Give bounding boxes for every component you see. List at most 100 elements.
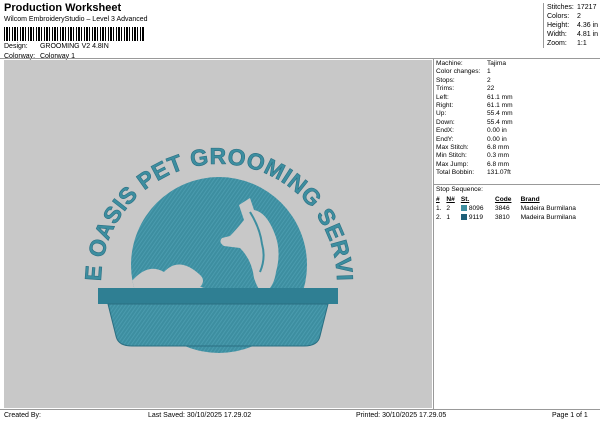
design-label: Design: xyxy=(4,43,28,50)
barcode xyxy=(4,27,144,41)
col-header-n: N# xyxy=(446,196,455,203)
info-row: Down: 55.4 mm xyxy=(434,119,600,127)
row-code: 3846 xyxy=(494,205,510,212)
info-row: Color changes: 1 xyxy=(434,68,600,76)
info-row: Up: 55.4 mm xyxy=(434,110,600,118)
info-value: 61.1 mm xyxy=(487,93,513,101)
stop-divider xyxy=(434,184,600,185)
info-value: Tajima xyxy=(487,60,507,67)
color-swatch xyxy=(460,214,467,220)
design-value: GROOMING V2 4.8IN xyxy=(39,43,109,50)
design-row: Design: GROOMING V2 4.8IN xyxy=(4,43,109,50)
info-value: 0.3 mm xyxy=(487,152,509,160)
software-subtitle: Wilcom EmbroideryStudio – Level 3 Advanc… xyxy=(4,16,148,23)
info-row: EndY: 0.00 in xyxy=(434,136,600,144)
info-label: Down: xyxy=(436,118,455,126)
info-value: 6.8 mm xyxy=(487,160,509,168)
stat-value: 2 xyxy=(577,13,581,20)
info-row: EndX: 0.00 in xyxy=(434,127,600,135)
logo-artwork: BLUE OASIS PET GROOMING SERVICES xyxy=(0,39,358,353)
stats-row: Colors: 2 xyxy=(544,12,600,21)
info-row: Left: 61.1 mm xyxy=(434,94,600,102)
info-label: Right: xyxy=(436,101,454,109)
info-label: Machine: xyxy=(436,60,463,67)
table-row: 2. 1 9119 3810 Madeira Burmilana xyxy=(436,213,600,222)
info-row: Trims: 22 xyxy=(434,85,600,93)
header-divider xyxy=(0,58,600,59)
st-value: 9119 xyxy=(468,214,483,221)
info-label: EndY: xyxy=(436,135,454,143)
worksheet-title: Production Worksheet xyxy=(4,2,122,14)
table-row: 1. 2 8096 3846 Madeira Burmilana xyxy=(436,204,600,213)
info-label: Color changes: xyxy=(436,68,481,76)
table-header-row: # N# St. Code Brand xyxy=(436,195,600,204)
page-number: Page 1 of 1 xyxy=(552,412,588,419)
info-row: Right: 61.1 mm xyxy=(434,102,600,110)
row-num: 1. xyxy=(436,205,442,212)
info-label: Up: xyxy=(436,110,447,118)
stat-label: Width: xyxy=(547,31,567,38)
stats-row: Height: 4.36 in xyxy=(544,21,600,30)
tub-body xyxy=(107,303,329,347)
col-header-num: # xyxy=(436,196,440,203)
stop-sequence-title: Stop Sequence: xyxy=(436,186,483,193)
info-label: Left: xyxy=(436,93,449,101)
info-row: Max Jump: 6.8 mm xyxy=(434,161,600,169)
color-swatch xyxy=(460,205,467,211)
stats-panel: Stitches: 17217 Colors: 2 Height: 4.36 in W… xyxy=(543,3,600,48)
printed-date: Printed: 30/10/2025 17.29.05 xyxy=(356,412,447,419)
stats-row: Zoom: 1:1 xyxy=(544,39,600,48)
row-code: 3810 xyxy=(494,214,510,221)
row-n: 1 xyxy=(446,214,451,221)
stat-value: 17217 xyxy=(577,4,597,11)
info-value: 55.4 mm xyxy=(487,118,513,126)
info-value: 55.4 mm xyxy=(487,110,513,118)
row-num: 2. xyxy=(436,214,442,221)
machine-info: Machine: Tajima Color changes: 1 Stops: 2 T… xyxy=(434,60,600,177)
info-label: Total Bobbin: xyxy=(436,169,475,177)
row-brand: Madeira Burmilana xyxy=(520,205,576,212)
info-row: Stops: 2 xyxy=(434,77,600,85)
st-value: 8096 xyxy=(468,205,484,212)
stats-row: Stitches: 17217 xyxy=(544,3,600,12)
info-value: 6.8 mm xyxy=(487,143,509,151)
tub-rim xyxy=(98,288,338,304)
info-value: 0.00 in xyxy=(487,135,507,143)
stop-sequence-table: # N# St. Code Brand 1. 2 8096 3846 Madei… xyxy=(436,195,600,222)
col-header-code: Code xyxy=(494,196,512,203)
info-label: Max Stitch: xyxy=(436,143,469,151)
info-label: Max Jump: xyxy=(436,160,469,168)
last-saved: Last Saved: 30/10/2025 17.29.02 xyxy=(148,412,252,419)
info-value: 61.1 mm xyxy=(487,101,513,109)
created-by: Created By: xyxy=(4,412,41,419)
info-label: Min Stitch: xyxy=(436,152,467,160)
stats-row: Width: 4.81 in xyxy=(544,30,600,39)
info-value: 0.00 in xyxy=(487,127,507,135)
info-value: 2 xyxy=(487,76,491,84)
stat-label: Colors: xyxy=(547,13,570,20)
row-st: 8096 xyxy=(460,204,495,213)
info-value: 1 xyxy=(487,68,491,76)
info-label: Trims: xyxy=(436,85,455,93)
col-header-st: St. xyxy=(460,196,470,203)
info-row: Min Stitch: 0.3 mm xyxy=(434,152,600,160)
info-row: Total Bobbin: 131.07ft xyxy=(434,169,600,177)
stat-label: Stitches: xyxy=(547,4,574,11)
design-preview: BLUE OASIS PET GROOMING SERVICES xyxy=(0,39,432,408)
footer-divider xyxy=(0,409,600,410)
stat-value: 4.36 in xyxy=(577,22,599,29)
stat-label: Height: xyxy=(547,22,570,29)
stat-value: 1:1 xyxy=(577,40,587,47)
info-value: 22 xyxy=(487,85,495,93)
info-value: 131.07ft xyxy=(487,169,511,177)
row-brand: Madeira Burmilana xyxy=(520,214,576,221)
info-label: EndX: xyxy=(436,127,454,135)
row-st: 9119 xyxy=(460,213,495,222)
info-row: Max Stitch: 6.8 mm xyxy=(434,144,600,152)
col-header-brand: Brand xyxy=(520,196,540,203)
stat-value: 4.81 in xyxy=(577,31,599,38)
info-label: Stops: xyxy=(436,76,455,84)
info-row: Machine: Tajima xyxy=(434,60,600,68)
row-n: 2 xyxy=(446,205,451,212)
stat-label: Zoom: xyxy=(547,40,567,47)
